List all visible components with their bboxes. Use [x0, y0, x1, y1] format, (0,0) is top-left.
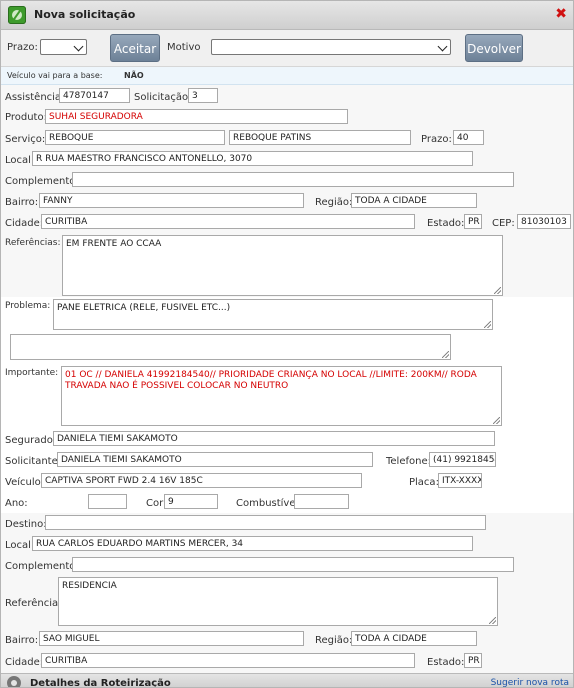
veiculo-label: Veículo:	[5, 477, 45, 488]
dest-referencia-textarea[interactable]: RESIDENCIA	[58, 577, 498, 626]
resize-grip-icon[interactable]	[494, 287, 501, 294]
servico-label: Serviço:	[5, 134, 46, 145]
complemento-field[interactable]	[72, 172, 514, 187]
assistencia-label: Assistência:	[5, 92, 65, 103]
solicitante-field[interactable]: DANIELA TIEMI SAKAMOTO	[57, 452, 373, 467]
prazo-service-label: Prazo:	[421, 134, 452, 145]
destino-field[interactable]	[45, 515, 486, 530]
cidade-field[interactable]: CURITIBA	[41, 214, 415, 229]
gear-icon	[7, 676, 21, 687]
cep-label: CEP:	[492, 218, 515, 229]
new-request-window: Nova solicitação ✖ Prazo: Aceitar Motivo…	[0, 0, 574, 688]
dest-estado-label: Estado:	[427, 657, 465, 668]
dest-regiao-label: Região:	[315, 635, 353, 646]
solicitacao-field[interactable]: 3	[188, 88, 218, 103]
telefone-label: Telefone:	[386, 456, 431, 467]
dest-local-field[interactable]: RUA CARLOS EDUARDO MARTINS MERCER, 34	[32, 536, 473, 551]
title-bar: Nova solicitação ✖	[1, 1, 573, 30]
dest-regiao-field[interactable]: TODA A CIDADE	[351, 631, 477, 646]
local-field[interactable]: R RUA MAESTRO FRANCISCO ANTONELLO, 3070	[32, 151, 473, 166]
problem-extra-textarea[interactable]	[10, 334, 451, 360]
base-notice-text: Veículo vai para a base:	[7, 71, 103, 80]
cor-field[interactable]: 9	[164, 494, 218, 509]
veiculo-field[interactable]: CAPTIVA SPORT FWD 2.4 16V 185C	[41, 473, 362, 488]
regiao-field[interactable]: TODA A CIDADE	[351, 193, 477, 208]
prazo-select[interactable]	[40, 39, 87, 55]
bairro-label: Bairro:	[5, 197, 39, 208]
accept-button[interactable]: Aceitar	[110, 34, 160, 62]
dest-estado-field[interactable]: PR	[464, 653, 482, 668]
estado-label: Estado:	[427, 218, 465, 229]
dest-bairro-field[interactable]: SAO MIGUEL	[39, 631, 304, 646]
resize-grip-icon[interactable]	[493, 417, 500, 424]
resize-grip-icon[interactable]	[489, 617, 496, 624]
resize-grip-icon[interactable]	[442, 351, 449, 358]
cidade-label: Cidade:	[5, 218, 44, 229]
window-title: Nova solicitação	[34, 8, 136, 21]
routing-details-bar[interactable]: Detalhes da Roteirização Sugerir nova ro…	[1, 673, 573, 688]
referencias-label: Referências:	[5, 238, 61, 248]
bairro-field[interactable]: FANNY	[39, 193, 304, 208]
dest-complemento-label: Complemento:	[5, 561, 79, 572]
motivo-label: Motivo	[167, 42, 201, 53]
servico-field[interactable]: REBOQUE	[45, 130, 225, 145]
regiao-label: Região:	[315, 197, 353, 208]
complemento-label: Complemento:	[5, 176, 79, 187]
assistencia-field[interactable]: 47870147	[59, 88, 130, 103]
prazo-label: Prazo:	[7, 42, 38, 53]
close-icon[interactable]: ✖	[555, 6, 567, 22]
referencias-text: EM FRENTE AO CCAA	[66, 239, 162, 249]
telefone-field[interactable]: (41) 992184540	[429, 452, 496, 467]
dest-cidade-label: Cidade:	[5, 657, 44, 668]
segurado-label: Segurado:	[5, 435, 57, 446]
placa-label: Placa:	[409, 477, 439, 488]
problema-label: Problema:	[5, 301, 51, 311]
segurado-field[interactable]: DANIELA TIEMI SAKAMOTO	[53, 431, 495, 446]
destino-label: Destino:	[5, 519, 47, 530]
ano-label: Ano:	[5, 498, 28, 509]
dest-cidade-field[interactable]: CURITIBA	[41, 653, 415, 668]
routing-details-title: Detalhes da Roteirização	[30, 678, 171, 688]
motivo-select[interactable]	[211, 39, 451, 55]
servico-type-field[interactable]: REBOQUE PATINS	[229, 130, 411, 145]
importante-textarea[interactable]: 01 OC // DANIELA 41992184540// PRIORIDAD…	[61, 366, 502, 426]
chevron-down-icon	[73, 41, 84, 52]
toolbar: Prazo: Aceitar Motivo Devolver	[1, 30, 573, 67]
problema-text: PANE ELETRICA (RELE, FUSIVEL ETC...)	[57, 303, 231, 313]
map-icon	[8, 6, 26, 24]
importante-label: Importante:	[5, 368, 59, 378]
combustivel-label: Combustível:	[236, 498, 302, 509]
produto-field[interactable]: SUHAI SEGURADORA	[45, 109, 348, 124]
referencias-textarea[interactable]: EM FRENTE AO CCAA	[62, 235, 503, 296]
solicitante-label: Solicitante:	[5, 456, 62, 467]
ano-field[interactable]	[88, 494, 127, 509]
base-notice: Veículo vai para a base: NÃO	[1, 67, 573, 85]
combustivel-field[interactable]	[294, 494, 349, 509]
base-notice-value: NÃO	[124, 71, 144, 80]
local-label: Local:	[5, 155, 35, 166]
suggest-route-link[interactable]: Sugerir nova rota	[491, 678, 569, 687]
dest-local-label: Local:	[5, 540, 35, 551]
chevron-down-icon	[437, 41, 448, 52]
resize-grip-icon[interactable]	[484, 321, 491, 328]
solicitacao-label: Solicitação:	[134, 92, 192, 103]
dest-complemento-field[interactable]	[72, 557, 514, 572]
prazo-service-field[interactable]: 40	[453, 130, 484, 145]
dest-referencia-label: Referência:	[5, 598, 62, 609]
cep-field[interactable]: 81030103	[517, 214, 571, 229]
problema-textarea[interactable]: PANE ELETRICA (RELE, FUSIVEL ETC...)	[53, 299, 493, 330]
importante-text: 01 OC // DANIELA 41992184540// PRIORIDAD…	[65, 370, 477, 391]
placa-field[interactable]: ITX-XXXX	[438, 473, 482, 488]
produto-label: Produto:	[5, 112, 47, 123]
dest-referencia-text: RESIDENCIA	[62, 581, 117, 591]
return-button[interactable]: Devolver	[465, 34, 523, 62]
dest-bairro-label: Bairro:	[5, 635, 39, 646]
estado-field[interactable]: PR	[464, 214, 482, 229]
